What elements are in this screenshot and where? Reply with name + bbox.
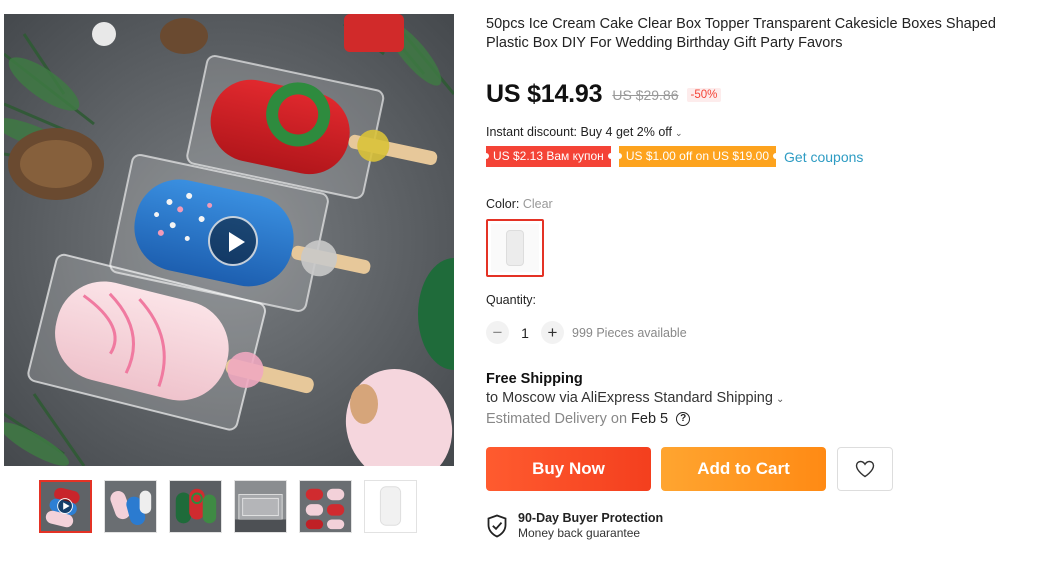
action-buttons: Buy Now Add to Cart — [486, 447, 1034, 491]
instant-discount[interactable]: Instant discount: Buy 4 get 2% off ⌄ — [486, 125, 1034, 139]
delivery-date: Feb 5 — [631, 411, 669, 427]
quantity-label: Quantity: — [486, 293, 537, 307]
get-coupons-link[interactable]: Get coupons — [784, 149, 863, 165]
thumbnail-4[interactable] — [234, 480, 287, 533]
color-label: Color: Clear — [486, 197, 1034, 211]
thumbnail-6[interactable] — [364, 480, 417, 533]
thumbnail-image — [105, 481, 156, 532]
protection-text: 90-Day Buyer Protection Money back guara… — [518, 511, 663, 540]
estimated-delivery: Estimated Delivery on Feb 5 ? — [486, 411, 1034, 427]
stock-available: 999 Pieces available — [572, 325, 687, 340]
add-to-cart-button[interactable]: Add to Cart — [661, 447, 826, 491]
color-swatch-clear[interactable] — [486, 219, 544, 277]
thumbnail-image — [365, 481, 416, 532]
quantity-stepper: − + 999 Pieces available — [486, 321, 1034, 344]
thumbnail-1[interactable] — [39, 480, 92, 533]
shipping-method[interactable]: to Moscow via AliExpress Standard Shippi… — [486, 390, 1034, 406]
wishlist-button[interactable] — [837, 447, 893, 491]
chevron-down-icon: ⌄ — [775, 394, 785, 405]
chevron-down-icon: ⌄ — [675, 128, 683, 138]
instant-discount-text: Instant discount: Buy 4 get 2% off — [486, 125, 672, 139]
main-product-image[interactable] — [4, 14, 454, 466]
quantity-input[interactable] — [509, 324, 541, 341]
shipping-destination: to Moscow via AliExpress Standard Shippi… — [486, 390, 773, 406]
shield-check-icon — [486, 514, 508, 538]
heart-icon — [855, 460, 875, 478]
coupon-badge-store[interactable]: US $2.13 Вам купон — [483, 146, 614, 167]
coupon-badge-select[interactable]: US $1.00 off on US $19.00 — [615, 146, 780, 167]
thumbnail-2[interactable] — [104, 480, 157, 533]
clear-box-icon — [506, 230, 524, 266]
buy-now-button[interactable]: Buy Now — [486, 447, 651, 491]
decrement-button[interactable]: − — [486, 321, 509, 344]
increment-button[interactable]: + — [541, 321, 564, 344]
discount-badge: -50% — [686, 87, 722, 102]
thumbnail-5[interactable] — [299, 480, 352, 533]
price-row: US $14.93 US $29.86 -50% — [486, 80, 1034, 109]
thumbnail-3[interactable] — [169, 480, 222, 533]
thumbnail-image — [41, 482, 90, 531]
shipping-title: Free Shipping — [486, 371, 583, 387]
delivery-label: Estimated Delivery on — [486, 411, 628, 427]
product-title: 50pcs Ice Cream Cake Clear Box Topper Tr… — [486, 16, 996, 51]
coupon-row: US $2.13 Вам купон US $1.00 off on US $1… — [483, 146, 1034, 167]
color-value: Clear — [522, 197, 553, 211]
play-video-button[interactable] — [208, 216, 258, 266]
buyer-protection: 90-Day Buyer Protection Money back guara… — [486, 511, 1034, 540]
thumbnail-image — [300, 481, 351, 532]
current-price: US $14.93 — [486, 80, 603, 108]
protection-subtitle: Money back guarantee — [518, 526, 641, 540]
thumbnail-image — [235, 481, 286, 532]
thumbnail-image — [170, 481, 221, 532]
swatch-image — [491, 224, 539, 272]
help-icon[interactable]: ? — [676, 412, 691, 426]
original-price: US $29.86 — [612, 86, 679, 103]
color-label-text: Color: — [486, 197, 523, 211]
thumbnail-strip — [39, 480, 417, 533]
product-info-panel: 50pcs Ice Cream Cake Clear Box Topper Tr… — [483, 14, 1034, 540]
protection-title: 90-Day Buyer Protection — [518, 511, 664, 525]
